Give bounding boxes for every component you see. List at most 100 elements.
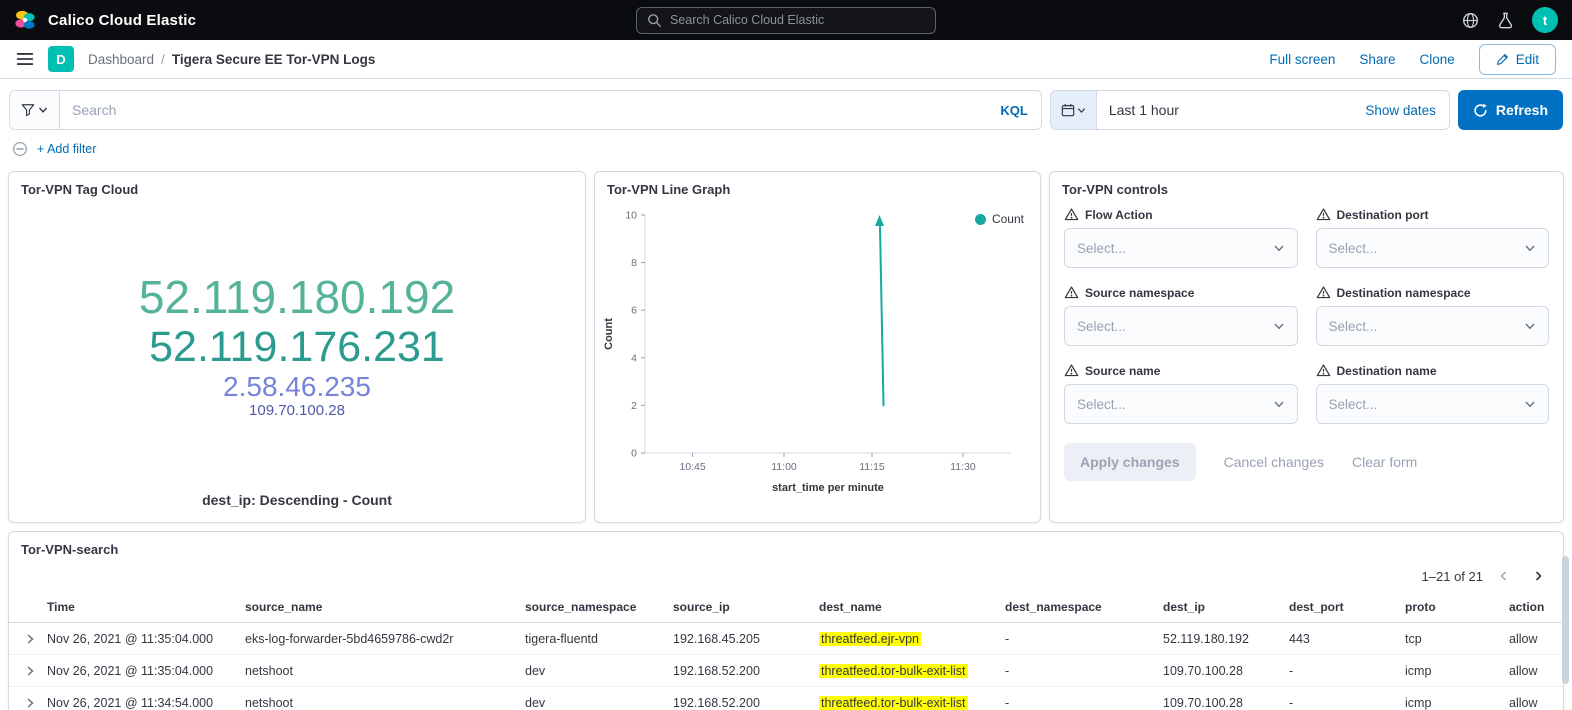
chevron-down-icon — [1077, 106, 1086, 115]
tag-cloud: 52.119.180.192 52.119.176.231 2.58.46.23… — [9, 199, 585, 492]
control-flow-action: Flow Action Select... — [1064, 207, 1298, 268]
column-header-source-ip[interactable]: source_ip — [673, 600, 819, 614]
saved-query-menu-button[interactable] — [10, 91, 60, 129]
destination-namespace-select[interactable]: Select... — [1316, 306, 1550, 346]
prev-page-button[interactable] — [1491, 563, 1517, 589]
clear-form-button[interactable]: Clear form — [1352, 454, 1417, 470]
cell-time: Nov 26, 2021 @ 11:35:04.000 — [47, 632, 245, 646]
menu-button[interactable] — [16, 50, 34, 68]
panel-title: Tor-VPN Line Graph — [595, 172, 1040, 199]
cell-proto: icmp — [1405, 664, 1509, 678]
search-input[interactable] — [60, 102, 1000, 118]
control-source-namespace: Source namespace Select... — [1064, 285, 1298, 346]
chevron-down-icon — [38, 105, 48, 115]
tag-cloud-term[interactable]: 52.119.180.192 — [139, 272, 455, 324]
tag-cloud-term[interactable]: 52.119.176.231 — [149, 323, 445, 371]
cell-dest-port: - — [1289, 696, 1405, 710]
destination-port-select[interactable]: Select... — [1316, 228, 1550, 268]
chart-legend[interactable]: Count — [975, 212, 1024, 226]
search-results-panel: Tor-VPN-search 1–21 of 21 Time source_na… — [8, 531, 1564, 710]
column-header-proto[interactable]: proto — [1405, 600, 1509, 614]
flask-icon[interactable] — [1497, 12, 1514, 29]
destination-name-select[interactable]: Select... — [1316, 384, 1550, 424]
share-button[interactable]: Share — [1359, 52, 1395, 67]
cell-source-ip: 192.168.52.200 — [673, 696, 819, 710]
cell-dest-ip: 52.119.180.192 — [1163, 632, 1289, 646]
date-picker-menu-button[interactable] — [1051, 91, 1097, 129]
cell-source-namespace: tigera-fluentd — [525, 632, 673, 646]
cell-dest-name: threatfeed.ejr-vpn — [819, 632, 1005, 646]
chevron-down-icon — [1524, 320, 1536, 332]
highlighted-value: threatfeed.tor-bulk-exit-list — [819, 664, 968, 678]
tag-cloud-term[interactable]: 2.58.46.235 — [223, 371, 371, 402]
column-header-source-name[interactable]: source_name — [245, 600, 525, 614]
time-range-value[interactable]: Last 1 hour — [1097, 102, 1191, 118]
flow-action-select[interactable]: Select... — [1064, 228, 1298, 268]
source-name-select[interactable]: Select... — [1064, 384, 1298, 424]
expand-row-button[interactable] — [13, 633, 47, 645]
svg-text:2: 2 — [631, 400, 637, 412]
highlighted-value: threatfeed.ejr-vpn — [819, 632, 921, 646]
add-filter-button[interactable]: + Add filter — [37, 142, 96, 156]
top-app-bar: Calico Cloud Elastic t — [0, 0, 1572, 40]
search-icon — [647, 13, 662, 28]
cell-dest-namespace: - — [1005, 696, 1163, 710]
line-chart: 0 2 4 6 8 10 10:45 11:00 11:15 11:30 Cou… — [599, 201, 1029, 501]
date-picker: Last 1 hour Show dates — [1050, 90, 1450, 130]
svg-text:start_time per minute: start_time per minute — [772, 482, 884, 494]
globe-icon[interactable] — [1462, 12, 1479, 29]
cell-proto: icmp — [1405, 696, 1509, 710]
tag-cloud-term[interactable]: 109.70.100.28 — [249, 403, 345, 420]
warning-triangle-icon[interactable] — [1064, 285, 1079, 300]
cell-source-ip: 192.168.52.200 — [673, 664, 819, 678]
refresh-button[interactable]: Refresh — [1458, 90, 1563, 130]
show-dates-button[interactable]: Show dates — [1365, 103, 1449, 118]
expand-row-button[interactable] — [13, 697, 47, 709]
space-badge[interactable]: D — [48, 46, 74, 72]
tag-cloud-panel: Tor-VPN Tag Cloud 52.119.180.192 52.119.… — [8, 171, 586, 523]
column-header-source-namespace[interactable]: source_namespace — [525, 600, 673, 614]
column-header-dest-port[interactable]: dest_port — [1289, 600, 1405, 614]
full-screen-button[interactable]: Full screen — [1269, 52, 1335, 67]
filter-settings-icon[interactable] — [12, 141, 28, 157]
scrollbar[interactable] — [1562, 556, 1569, 684]
edit-button[interactable]: Edit — [1479, 44, 1556, 75]
table-header-row: Time source_name source_namespace source… — [9, 591, 1563, 623]
pencil-icon — [1496, 53, 1509, 66]
svg-text:8: 8 — [631, 257, 637, 269]
refresh-icon — [1473, 103, 1488, 118]
warning-triangle-icon[interactable] — [1316, 285, 1331, 300]
table-row: Nov 26, 2021 @ 11:35:04.000 eks-log-forw… — [9, 623, 1563, 655]
column-header-action[interactable]: action — [1509, 600, 1559, 614]
cell-source-namespace: dev — [525, 664, 673, 678]
warning-triangle-icon[interactable] — [1064, 207, 1079, 222]
breadcrumb-dashboard[interactable]: Dashboard — [88, 52, 154, 67]
warning-triangle-icon[interactable] — [1316, 363, 1331, 378]
cell-source-namespace: dev — [525, 696, 673, 710]
table-row: Nov 26, 2021 @ 11:34:54.000 netshoot dev… — [9, 687, 1563, 710]
elastic-logo-icon[interactable] — [14, 9, 36, 31]
apply-changes-button[interactable]: Apply changes — [1064, 443, 1196, 481]
global-search[interactable] — [636, 7, 936, 34]
breadcrumb-separator: / — [161, 52, 165, 67]
expand-row-button[interactable] — [13, 665, 47, 677]
global-search-input[interactable] — [670, 13, 925, 27]
clone-button[interactable]: Clone — [1419, 52, 1454, 67]
next-page-button[interactable] — [1525, 563, 1551, 589]
warning-triangle-icon[interactable] — [1064, 363, 1079, 378]
column-header-time[interactable]: Time — [47, 600, 245, 614]
column-header-dest-namespace[interactable]: dest_namespace — [1005, 600, 1163, 614]
kql-syntax-button[interactable]: KQL — [1000, 103, 1040, 118]
source-namespace-select[interactable]: Select... — [1064, 306, 1298, 346]
warning-triangle-icon[interactable] — [1316, 207, 1331, 222]
cell-action: allow — [1509, 696, 1559, 710]
cell-dest-port: - — [1289, 664, 1405, 678]
cancel-changes-button[interactable]: Cancel changes — [1224, 454, 1324, 470]
user-avatar[interactable]: t — [1532, 7, 1558, 33]
chevron-down-icon — [1524, 242, 1536, 254]
column-header-dest-name[interactable]: dest_name — [819, 600, 1005, 614]
svg-text:10: 10 — [625, 210, 637, 222]
tag-cloud-caption: dest_ip: Descending - Count — [9, 492, 585, 522]
svg-text:4: 4 — [631, 352, 637, 364]
column-header-dest-ip[interactable]: dest_ip — [1163, 600, 1289, 614]
